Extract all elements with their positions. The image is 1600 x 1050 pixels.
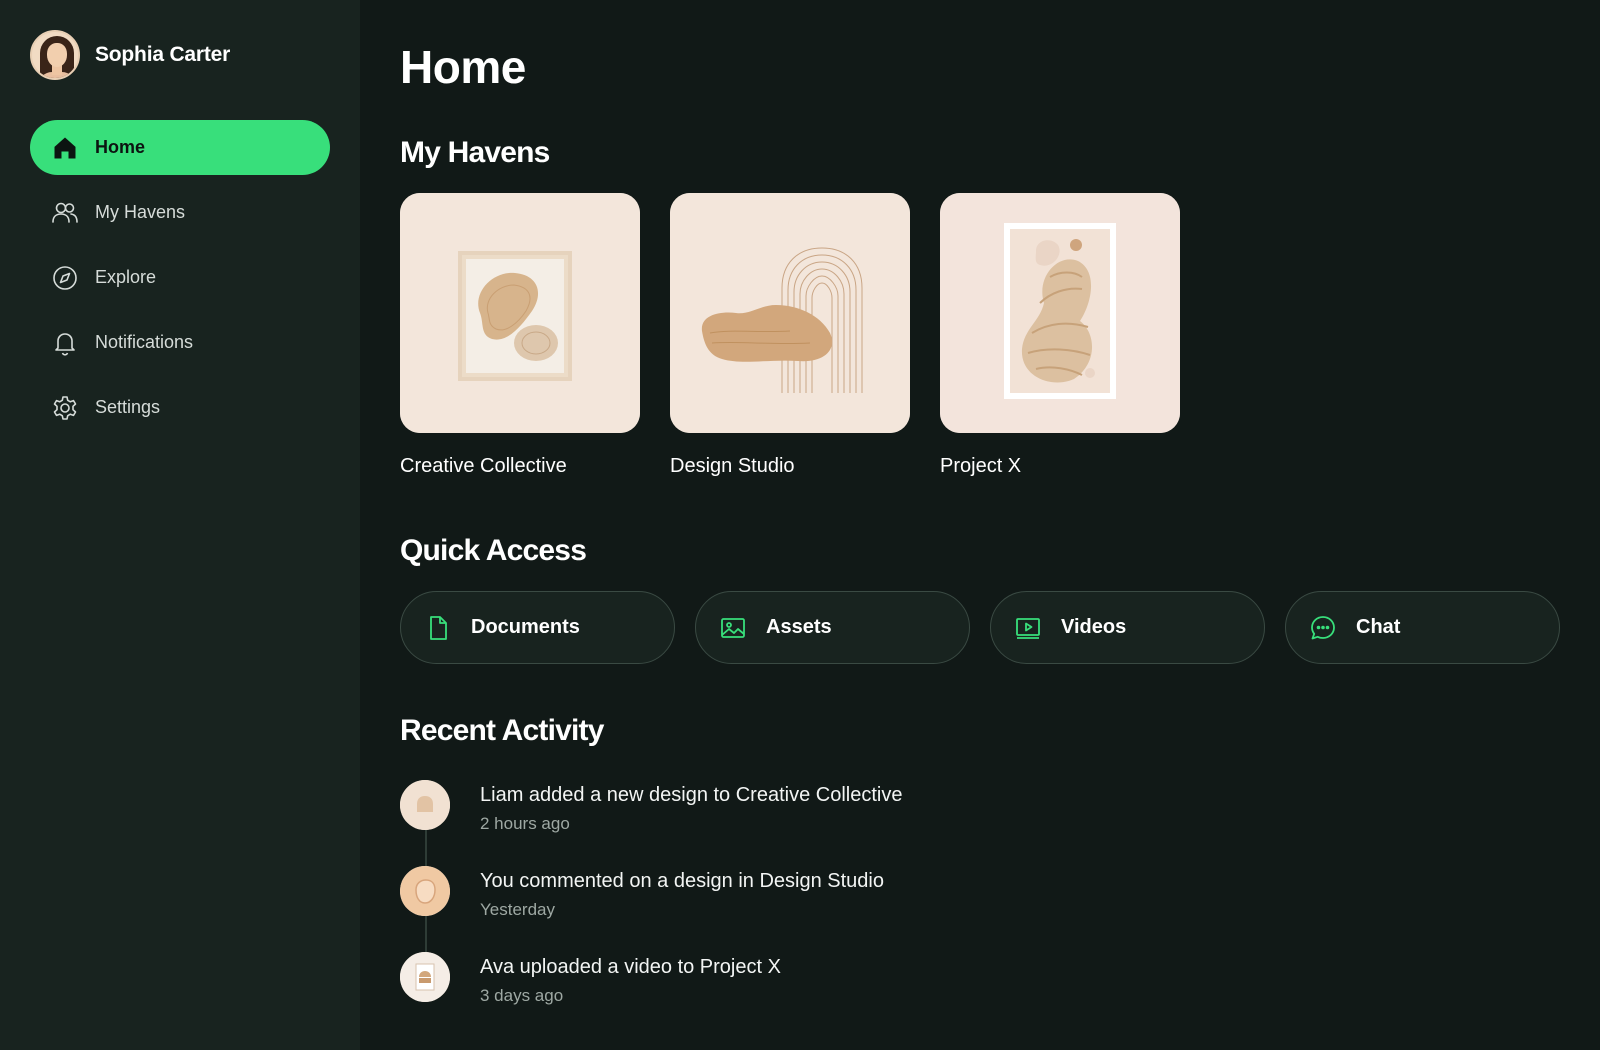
avatar[interactable]	[30, 30, 80, 80]
recent-activity-list: Liam added a new design to Creative Coll…	[400, 780, 1100, 1038]
compass-icon	[50, 263, 80, 293]
sidebar-item-explore[interactable]: Explore	[30, 250, 330, 305]
sidebar: Sophia Carter Home My Havens Explore Not…	[0, 0, 360, 1050]
documents-button[interactable]: Documents	[400, 591, 675, 664]
video-icon	[1013, 613, 1043, 643]
assets-button[interactable]: Assets	[695, 591, 970, 664]
haven-card-design-studio[interactable]: Design Studio	[670, 193, 910, 478]
activity-thumbnail	[400, 952, 450, 1002]
activity-time: 3 days ago	[480, 986, 564, 1005]
haven-label: Project X	[940, 455, 1022, 477]
quick-access-label: Videos	[1061, 616, 1127, 638]
sidebar-item-label: Explore	[95, 267, 157, 287]
image-icon	[718, 613, 748, 643]
haven-label: Design Studio	[670, 455, 795, 477]
quick-access-label: Chat	[1356, 616, 1401, 638]
document-icon	[423, 613, 453, 643]
sidebar-item-notifications[interactable]: Notifications	[30, 315, 330, 370]
sidebar-nav: Home My Havens Explore Notifications Set…	[30, 120, 330, 445]
main-content: Home My Havens Creative Collective Desig…	[400, 0, 1600, 1050]
videos-button[interactable]: Videos	[990, 591, 1265, 664]
quick-access-label: Assets	[766, 616, 832, 638]
gear-icon	[50, 393, 80, 423]
haven-thumbnail[interactable]	[940, 193, 1180, 433]
bell-icon	[50, 328, 80, 358]
users-icon	[50, 198, 80, 228]
activity-thumbnail	[400, 780, 450, 830]
chat-icon	[1308, 613, 1338, 643]
activity-item[interactable]: Ava uploaded a video to Project X 3 days…	[400, 952, 1100, 1038]
page-title: Home	[400, 41, 526, 93]
sidebar-item-label: My Havens	[95, 202, 186, 222]
quick-access-title: Quick Access	[400, 534, 587, 567]
activity-time: Yesterday	[480, 900, 555, 919]
activity-time: 2 hours ago	[480, 814, 570, 833]
activity-item[interactable]: You commented on a design in Design Stud…	[400, 866, 1100, 952]
activity-text: You commented on a design in Design Stud…	[480, 870, 884, 892]
home-icon	[50, 133, 80, 163]
user-name: Sophia Carter	[95, 43, 231, 66]
my-havens-title: My Havens	[400, 136, 550, 169]
recent-activity-title: Recent Activity	[400, 714, 604, 747]
activity-text: Liam added a new design to Creative Coll…	[480, 784, 903, 806]
user-profile[interactable]: Sophia Carter	[30, 30, 230, 80]
sidebar-item-label: Home	[95, 137, 146, 157]
sidebar-item-label: Settings	[95, 397, 161, 417]
activity-text: Ava uploaded a video to Project X	[480, 956, 781, 978]
sidebar-item-home[interactable]: Home	[30, 120, 330, 175]
quick-access-label: Documents	[471, 616, 580, 638]
haven-thumbnail[interactable]	[670, 193, 910, 433]
haven-card-project-x[interactable]: Project X	[940, 193, 1180, 478]
haven-card-creative-collective[interactable]: Creative Collective	[400, 193, 640, 478]
sidebar-item-settings[interactable]: Settings	[30, 380, 330, 435]
quick-access-list: Documents Assets Videos Chat	[400, 591, 1580, 664]
activity-item[interactable]: Liam added a new design to Creative Coll…	[400, 780, 1100, 866]
activity-thumbnail	[400, 866, 450, 916]
havens-list: Creative Collective Design Studio Projec…	[400, 193, 1210, 478]
haven-label: Creative Collective	[400, 455, 567, 477]
sidebar-item-label: Notifications	[95, 332, 194, 352]
chat-button[interactable]: Chat	[1285, 591, 1560, 664]
sidebar-item-my-havens[interactable]: My Havens	[30, 185, 330, 240]
haven-thumbnail[interactable]	[400, 193, 640, 433]
